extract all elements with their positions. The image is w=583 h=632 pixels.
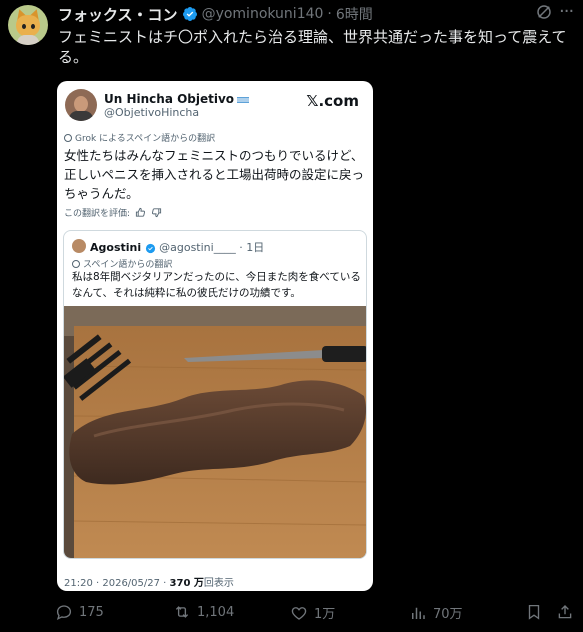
inner-verified-badge-icon	[145, 243, 155, 253]
grok-ring-icon	[72, 259, 80, 268]
quoted-author-handle: @ObjetivoHincha	[104, 106, 200, 119]
quoted-author-name: Un Hincha Objetivo	[104, 92, 250, 106]
reply-count: 175	[79, 604, 104, 620]
avatar-body	[17, 35, 39, 45]
post-text: フェミニストはチ〇ポ入れたら治る理論、世界共通だった事を知って震えてる。	[58, 28, 567, 66]
card-views-count: 370 万	[169, 578, 204, 589]
views-icon	[412, 607, 425, 619]
card-datetime: 21:20 · 2026/05/27 ·	[64, 578, 170, 589]
uruguay-flag-icon	[237, 95, 250, 104]
share-icon	[558, 605, 572, 619]
share-button[interactable]	[556, 603, 574, 621]
translation-note-text: Grok によるスペイン語からの翻訳	[75, 134, 216, 144]
author-avatar[interactable]	[8, 5, 48, 45]
quoted-text: 女性たちはみんなフェミニストのつもりでいるけど、正しいペニスを挿入されると工場出…	[64, 148, 365, 201]
quoted-avatar-face	[74, 96, 88, 112]
post-header: フォックス・コン @yominokuni140 · 6時間	[58, 3, 543, 25]
thumbs-up-icon	[135, 207, 146, 217]
card-footer: 21:20 · 2026/05/27 · 370 万回表示	[64, 574, 234, 589]
reply-button[interactable]: 175	[55, 603, 104, 621]
post-time[interactable]: 6時間	[336, 4, 373, 24]
like-icon	[291, 606, 307, 620]
card-views-label: 回表示	[203, 578, 234, 589]
more-icon[interactable]: ···	[559, 2, 579, 22]
like-count: 1万	[314, 607, 336, 622]
action-bar: 175 1,104 1万 70万	[0, 603, 583, 627]
verified-badge-icon	[182, 7, 197, 21]
x-logo-icon: 𝕏	[306, 92, 319, 110]
rate-label: この翻訳を評価:	[64, 209, 131, 219]
reply-icon	[56, 605, 72, 621]
repost-count: 1,104	[197, 604, 235, 620]
translation-note: Grok によるスペイン語からの翻訳	[64, 131, 215, 144]
grok-icon[interactable]	[535, 3, 553, 21]
inner-quote-separator: ·	[239, 241, 243, 254]
quoted-author-name-text: Un Hincha Objetivo	[104, 92, 235, 106]
inner-quote-handle: @agostini____	[159, 241, 236, 254]
inner-quote-header: Agostini @agostini____ · 1日	[90, 239, 264, 255]
bookmark-button[interactable]	[525, 603, 543, 621]
avatar-eye-left	[22, 24, 26, 29]
inner-quote-time: 1日	[246, 241, 265, 254]
grok-ring-icon	[64, 133, 72, 142]
separator-dot: ·	[327, 6, 332, 22]
bookmark-icon	[528, 604, 540, 620]
thumbs-down-icon	[152, 208, 162, 218]
repost-icon	[175, 606, 189, 618]
author-handle[interactable]: @yominokuni140	[202, 6, 324, 22]
avatar-fox-head	[16, 15, 40, 37]
embedded-image-card[interactable]: Un Hincha Objetivo @ObjetivoHincha 𝕏.com…	[57, 81, 373, 591]
repost-button[interactable]: 1,104	[173, 603, 234, 621]
avatar-eye-right	[31, 24, 35, 29]
inner-quote-avatar	[72, 239, 86, 253]
quoted-avatar-shirt	[69, 111, 93, 121]
author-display-name[interactable]: フォックス・コン	[58, 4, 178, 25]
views-count: 70万	[433, 607, 463, 622]
inner-quote-name: Agostini	[90, 241, 142, 254]
steak-photo	[64, 306, 366, 558]
like-button[interactable]: 1万	[290, 603, 335, 622]
x-logo: 𝕏.com	[306, 92, 359, 110]
x-logo-text: .com	[318, 92, 359, 110]
views-button[interactable]: 70万	[409, 603, 463, 622]
inner-quote: Agostini @agostini____ · 1日 スペイン語からの翻訳 私…	[63, 230, 367, 559]
quoted-avatar	[65, 89, 97, 121]
inner-quote-text: 私は8年間ベジタリアンだったのに、今日また肉を食べているなんて、それは純粋に私の…	[72, 271, 361, 299]
rate-translation: この翻訳を評価:	[64, 206, 162, 219]
